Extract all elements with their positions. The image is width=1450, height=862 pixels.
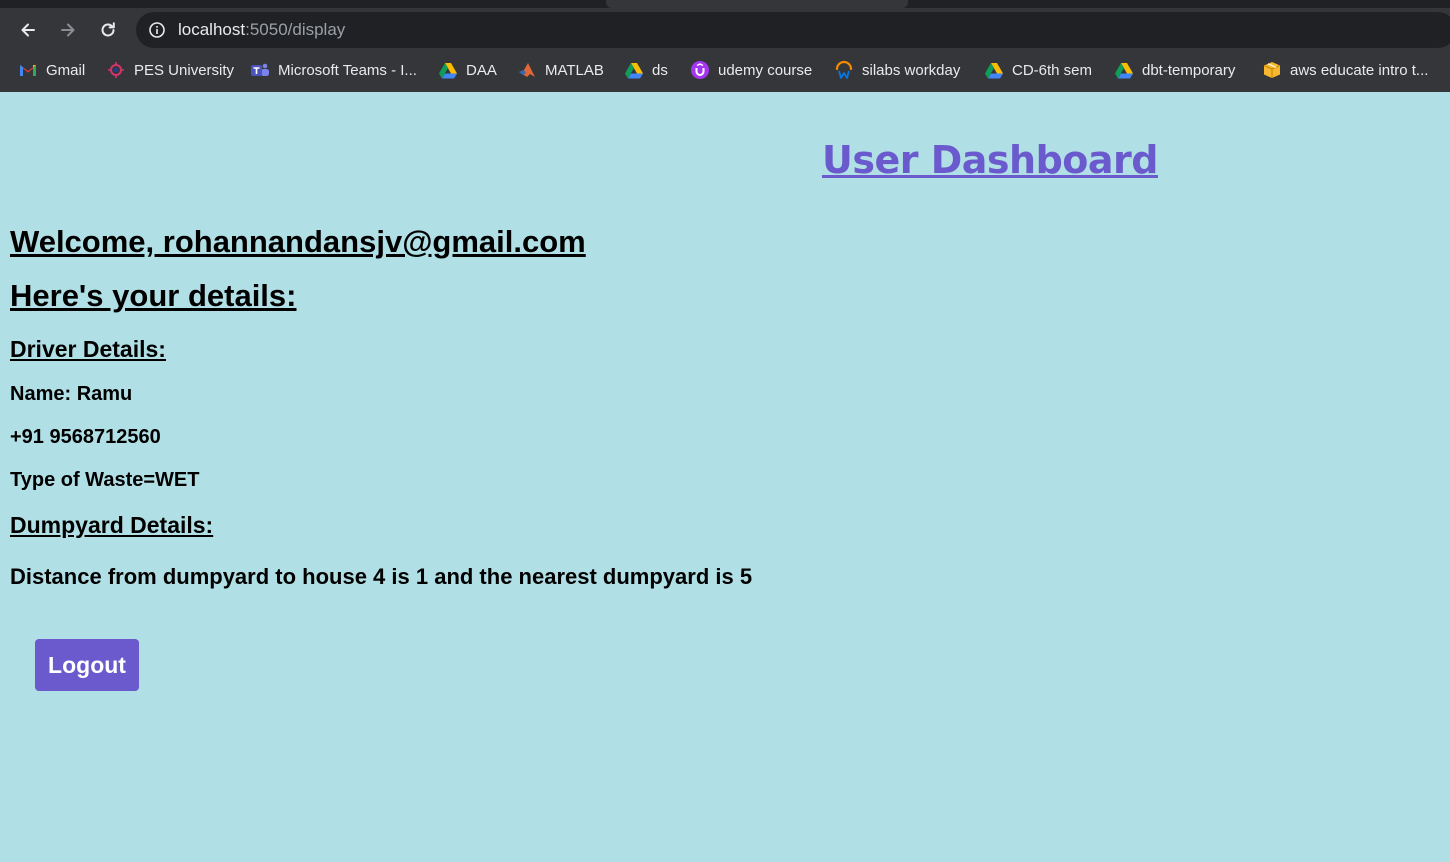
tab-strip: [0, 0, 1450, 8]
bookmarks-bar: Gmail PES University Microsoft Teams - I…: [0, 52, 1450, 90]
site-info-icon[interactable]: [148, 21, 166, 39]
bookmark-label: PES University: [134, 61, 235, 79]
bookmark-silabs-workday[interactable]: silabs workday: [834, 59, 960, 81]
google-drive-icon: [438, 60, 458, 80]
bookmark-label: aws educate intro t...: [1290, 61, 1429, 79]
bookmark-pes-university[interactable]: PES University: [106, 59, 234, 81]
workday-icon: [834, 60, 854, 80]
google-drive-icon: [1114, 60, 1134, 80]
logout-button[interactable]: Logout: [35, 639, 139, 691]
url-path: :5050/display: [245, 20, 346, 39]
google-drive-icon: [984, 60, 1004, 80]
bookmark-daa[interactable]: DAA: [438, 59, 497, 81]
aws-box-icon: [1262, 60, 1282, 80]
bookmark-label: CD-6th sem: [1012, 61, 1093, 79]
bookmark-label: Microsoft Teams - I...: [278, 61, 417, 79]
bookmark-label: Gmail: [46, 61, 86, 79]
driver-phone: +91 9568712560: [10, 426, 161, 448]
welcome-heading: Welcome, rohannandansjv@gmail.com: [10, 224, 586, 259]
bookmark-label: ds: [652, 61, 668, 79]
waste-type: Type of Waste=WET: [10, 469, 200, 491]
page-title[interactable]: User Dashboard: [822, 138, 1158, 182]
driver-details-heading: Driver Details:: [10, 336, 166, 362]
bookmark-gmail[interactable]: Gmail: [18, 59, 85, 81]
google-drive-icon: [624, 60, 644, 80]
bookmark-dbt-temporary[interactable]: dbt-temporary: [1114, 59, 1235, 81]
bookmark-cd-6th-sem[interactable]: CD-6th sem: [984, 59, 1092, 81]
back-arrow-icon: [21, 23, 35, 37]
gmail-icon: [18, 60, 38, 80]
bookmark-label: silabs workday: [862, 61, 961, 79]
forward-button[interactable]: [54, 16, 82, 44]
teams-icon: [250, 60, 270, 80]
url-text[interactable]: localhost:5050/display: [178, 20, 345, 40]
bookmark-label: MATLAB: [545, 61, 604, 79]
bookmark-udemy-course[interactable]: udemy course: [690, 59, 812, 81]
browser-toolbar: localhost:5050/display: [0, 8, 1450, 52]
udemy-icon: [690, 60, 710, 80]
details-heading: Here's your details:: [10, 278, 297, 313]
address-bar[interactable]: localhost:5050/display: [136, 12, 1450, 48]
dumpyard-distance-text: Distance from dumpyard to house 4 is 1 a…: [10, 564, 753, 589]
bookmark-label: udemy course: [718, 61, 813, 79]
matlab-icon: [517, 60, 537, 80]
bookmark-label: DAA: [466, 61, 497, 79]
bookmark-microsoft-teams[interactable]: Microsoft Teams - I...: [250, 59, 417, 81]
dumpyard-details-heading: Dumpyard Details:: [10, 512, 214, 538]
active-tab[interactable]: [606, 0, 908, 8]
forward-arrow-icon: [61, 23, 75, 37]
url-host: localhost: [178, 20, 246, 39]
driver-name: Name: Ramu: [10, 383, 133, 405]
pes-icon: [106, 60, 126, 80]
reload-button[interactable]: [94, 16, 122, 44]
bookmark-aws-educate[interactable]: aws educate intro t...: [1262, 59, 1428, 81]
reload-icon: [101, 22, 115, 37]
bookmark-matlab[interactable]: MATLAB: [517, 59, 604, 81]
bookmark-ds[interactable]: ds: [624, 59, 668, 81]
back-button[interactable]: [14, 16, 42, 44]
browser-chrome: localhost:5050/display Gmail PES Univers…: [0, 0, 1450, 92]
bookmark-label: dbt-temporary: [1142, 61, 1236, 79]
